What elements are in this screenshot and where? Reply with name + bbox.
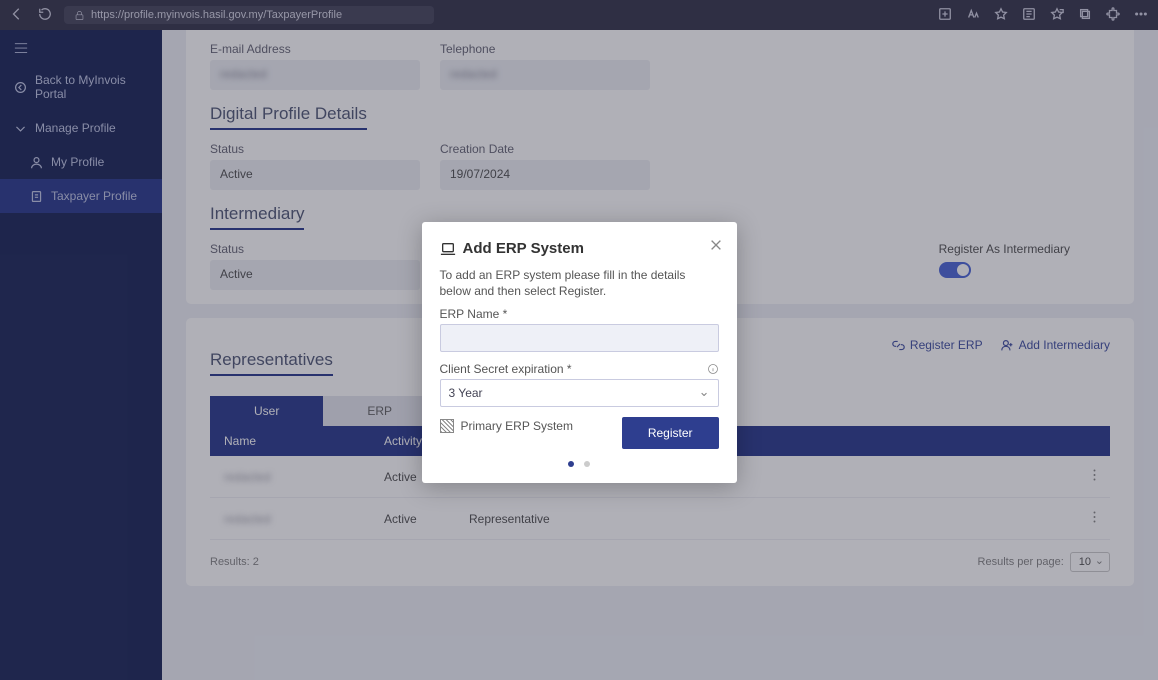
modal-overlay: Add ERP System To add an ERP system plea… <box>0 0 1158 680</box>
add-erp-modal: Add ERP System To add an ERP system plea… <box>422 222 737 483</box>
modal-pager <box>440 461 719 467</box>
expiry-label: Client Secret expiration * <box>440 362 572 376</box>
pager-dot[interactable] <box>568 461 574 467</box>
laptop-icon <box>440 242 456 256</box>
primary-erp-checkbox[interactable] <box>440 419 454 433</box>
pager-dot[interactable] <box>584 461 590 467</box>
erp-name-label: ERP Name * <box>440 307 508 321</box>
info-icon[interactable] <box>707 363 719 375</box>
erp-name-input[interactable] <box>440 324 719 352</box>
expiry-select[interactable]: 3 Year <box>440 379 719 407</box>
register-button[interactable]: Register <box>622 417 719 449</box>
modal-description: To add an ERP system please fill in the … <box>440 267 719 299</box>
close-icon[interactable] <box>709 238 723 255</box>
primary-erp-label: Primary ERP System <box>461 419 573 433</box>
modal-title: Add ERP System <box>440 240 719 257</box>
